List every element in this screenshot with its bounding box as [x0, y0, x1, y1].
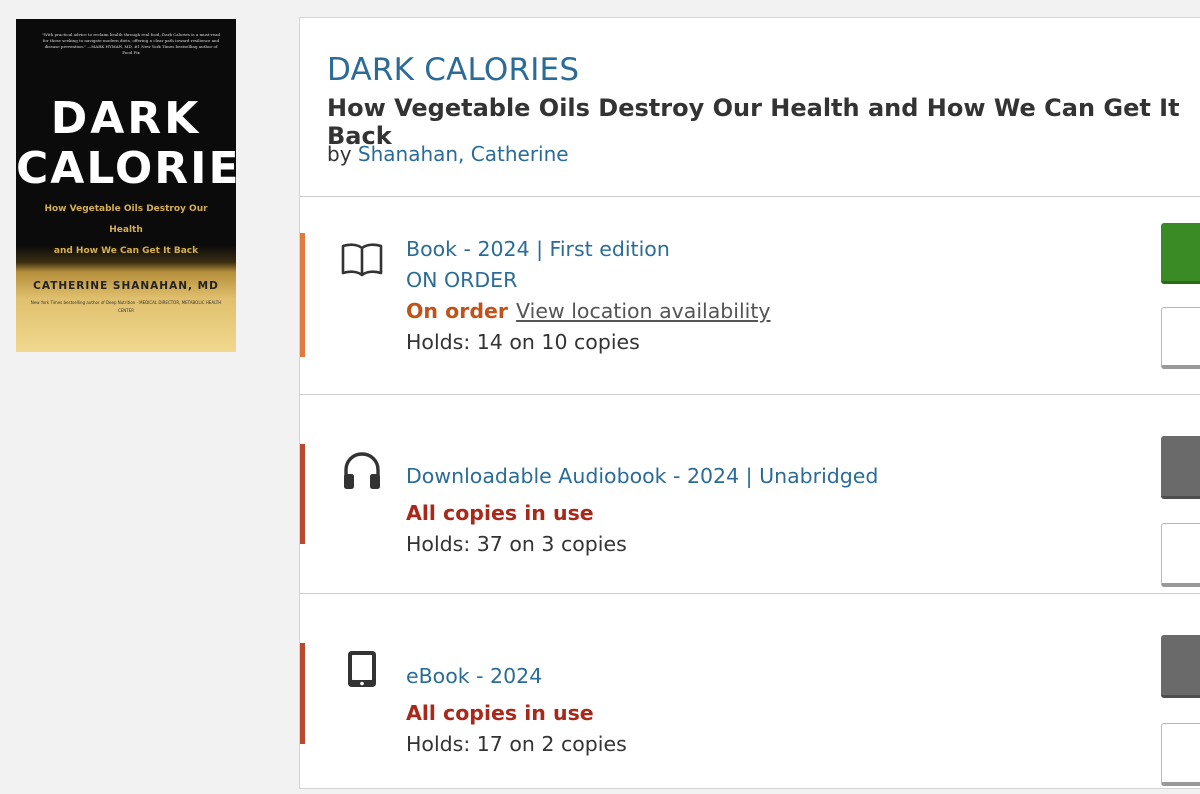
cover-subtitle: How Vegetable Oils Destroy Our Health an… — [36, 199, 216, 262]
format-info: Downloadable Audiobook - 2024 | Unabridg… — [406, 461, 878, 560]
holds-count: Holds: 14 on 10 copies — [406, 330, 640, 354]
byline: by Shanahan, Catherine — [327, 142, 569, 166]
status-accent-bar — [300, 444, 305, 544]
format-row-book: Book - 2024 | First edition ON ORDER On … — [300, 197, 1200, 394]
format-row-ebook: eBook - 2024 All copies in use Holds: 17… — [300, 594, 1200, 794]
cover-subtitle-line2: and How We Can Get It Back — [53, 246, 199, 256]
cover-blurb: "With practical advice to reclaim health… — [41, 32, 221, 55]
format-info: Book - 2024 | First edition ON ORDER On … — [406, 234, 771, 358]
secondary-action-button[interactable] — [1161, 307, 1200, 369]
format-row-audiobook: Downloadable Audiobook - 2024 | Unabridg… — [300, 395, 1200, 593]
format-link[interactable]: eBook - 2024 — [406, 664, 542, 688]
on-order-label: ON ORDER — [406, 268, 518, 292]
secondary-action-button[interactable] — [1161, 523, 1200, 587]
cover-subtitle-line1: How Vegetable Oils Destroy Our Health — [44, 204, 208, 235]
status-accent-bar — [300, 233, 305, 357]
availability-status: On order — [406, 299, 509, 323]
record-card: DARK CALORIES How Vegetable Oils Destroy… — [299, 17, 1200, 789]
tablet-icon — [340, 647, 384, 691]
holds-count: Holds: 37 on 3 copies — [406, 532, 627, 556]
format-link[interactable]: Downloadable Audiobook - 2024 | Unabridg… — [406, 464, 878, 488]
book-title[interactable]: DARK CALORIES — [327, 52, 579, 88]
by-label: by — [327, 142, 352, 166]
cover-author-note: New York Times bestselling author of Dee… — [30, 300, 222, 313]
format-link[interactable]: Book - 2024 | First edition — [406, 237, 670, 261]
availability-status: All copies in use — [406, 701, 594, 725]
book-icon — [340, 237, 384, 281]
headphones-icon — [340, 448, 384, 492]
availability-status: All copies in use — [406, 501, 594, 525]
cover-title-line2: CALORIES — [16, 143, 236, 194]
place-hold-button[interactable] — [1161, 223, 1200, 284]
holds-count: Holds: 17 on 2 copies — [406, 732, 627, 756]
format-info: eBook - 2024 All copies in use Holds: 17… — [406, 661, 627, 760]
status-accent-bar — [300, 643, 305, 744]
cover-title-line1: DARK — [50, 93, 202, 144]
cover-author: CATHERINE SHANAHAN, MD — [33, 280, 219, 292]
author-link[interactable]: Shanahan, Catherine — [358, 142, 569, 166]
view-location-availability-link[interactable]: View location availability — [516, 299, 771, 323]
book-cover[interactable]: "With practical advice to reclaim health… — [16, 19, 236, 352]
primary-action-button[interactable] — [1161, 436, 1200, 499]
primary-action-button[interactable] — [1161, 635, 1200, 698]
